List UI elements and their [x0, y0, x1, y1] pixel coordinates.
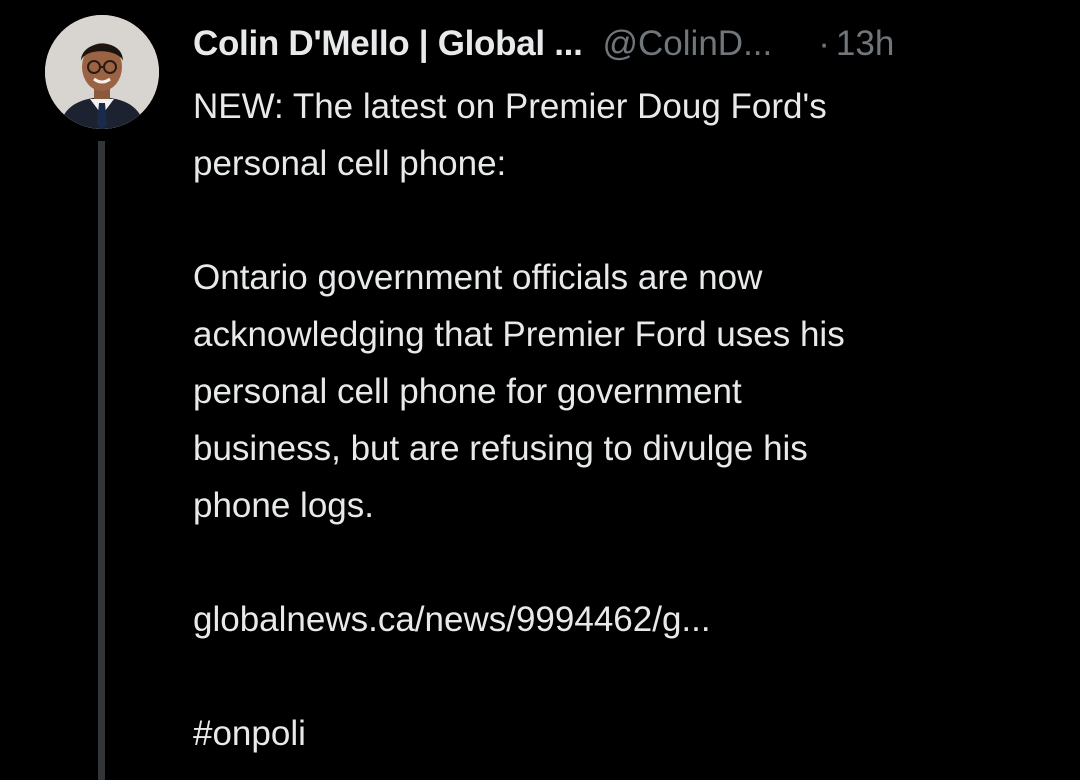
tweet-header: Colin D'Mello | Global ... @ColinD... · … [193, 16, 894, 72]
article-link[interactable]: globalnews.ca/news/9994462/g... [193, 591, 1053, 648]
tweet-text-line: business, but are refusing to divulge hi… [193, 429, 808, 468]
author-avatar[interactable] [45, 15, 159, 129]
tweet-text-line: personal cell phone for government [193, 372, 742, 411]
tweet-text: NEW: The latest on Premier Doug Ford's p… [193, 78, 1053, 762]
tweet-timestamp[interactable]: 13h [836, 24, 894, 64]
hashtag-link[interactable]: #onpoli [193, 705, 1053, 762]
author-handle[interactable]: @ColinD... [603, 24, 773, 64]
tweet[interactable]: Colin D'Mello | Global ... @ColinD... · … [0, 0, 1080, 780]
tweet-text-line: personal cell phone: [193, 144, 507, 183]
tweet-text-line: NEW: The latest on Premier Doug Ford's [193, 87, 827, 126]
avatar-photo-icon [45, 15, 159, 129]
tweet-text-line: phone logs. [193, 486, 374, 525]
thread-connector-line [98, 141, 105, 780]
tweet-text-line: acknowledging that Premier Ford uses his [193, 315, 845, 354]
tweet-text-line: Ontario government officials are now [193, 258, 763, 297]
author-display-name[interactable]: Colin D'Mello | Global ... [193, 24, 583, 64]
separator-dot: · [818, 24, 830, 63]
